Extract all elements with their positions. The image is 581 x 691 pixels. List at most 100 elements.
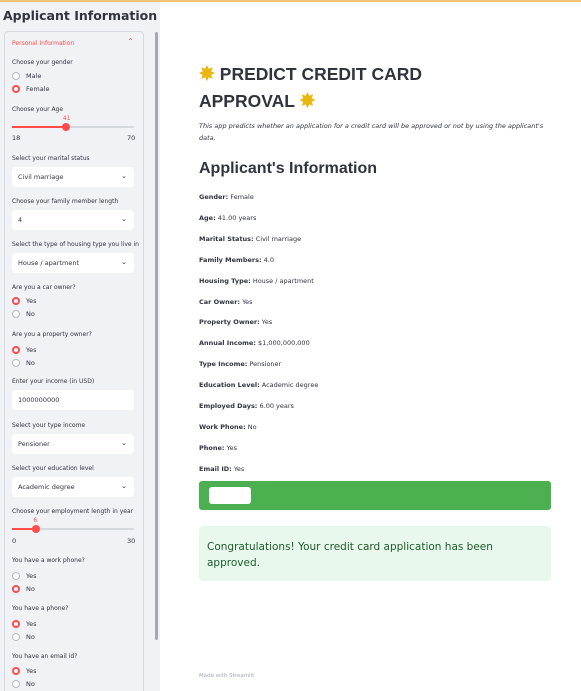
- page-title: ✸ PREDICT CREDIT CARD APPROVAL ✸: [199, 64, 423, 112]
- radio-button-selected[interactable]: [12, 620, 20, 628]
- car-option-yes[interactable]: Yes: [12, 296, 37, 306]
- phone-label: You have a phone?: [12, 605, 69, 612]
- chevron-down-icon: ⌄: [121, 258, 127, 266]
- info-key: Type Income:: [199, 360, 248, 369]
- slider-thumb[interactable]: [61, 123, 70, 131]
- slider-value: 6: [33, 517, 38, 524]
- income-input[interactable]: 1000000000: [12, 390, 134, 410]
- email-option-no[interactable]: No: [12, 679, 35, 689]
- info-key: Gender:: [199, 193, 229, 201]
- work-phone-label: You have a work phone?: [12, 557, 85, 564]
- family-select[interactable]: 4 ⌄: [12, 210, 134, 230]
- chevron-up-icon[interactable]: ⌃: [127, 37, 134, 46]
- car-option-no[interactable]: No: [12, 309, 35, 319]
- info-value: Civil marriage: [255, 234, 302, 243]
- work-phone-option-yes[interactable]: Yes: [12, 571, 37, 581]
- info-row: Age: 41.00 years: [199, 214, 256, 222]
- info-row: Housing Type: House / apartment: [199, 277, 314, 285]
- chevron-down-icon: ⌄: [121, 215, 127, 223]
- info-key: Marital Status:: [199, 234, 254, 243]
- expander-header[interactable]: Personal Information: [12, 40, 74, 47]
- radio-button-selected[interactable]: [12, 585, 20, 593]
- app-description: This app predicts whether an application…: [199, 122, 544, 142]
- info-row: Employed Days: 6.00 years: [199, 402, 294, 410]
- income-label: Enter your income (in USD): [12, 378, 95, 385]
- age-max: 70: [127, 134, 136, 142]
- education-label: Select your education level: [12, 465, 94, 472]
- income-type-label: Select your type income: [12, 422, 86, 429]
- phone-option-yes[interactable]: Yes: [12, 619, 37, 629]
- radio-button[interactable]: [12, 680, 20, 688]
- radio-button[interactable]: [12, 72, 20, 80]
- info-key: Housing Type:: [199, 276, 251, 285]
- chevron-down-icon: ⌄: [121, 439, 127, 447]
- info-value: 6.00 years: [259, 402, 294, 410]
- info-key: Phone:: [199, 443, 225, 452]
- education-select[interactable]: Academic degree ⌄: [12, 477, 134, 497]
- radio-button-selected[interactable]: [12, 297, 20, 305]
- star-icon: ✸: [199, 64, 215, 85]
- slider-value: 41: [62, 115, 71, 122]
- info-value: Academic degree: [261, 381, 319, 390]
- radio-button-selected[interactable]: [12, 85, 20, 93]
- star-icon: ✸: [299, 91, 316, 112]
- chevron-down-icon: ⌄: [121, 172, 127, 180]
- info-row: Phone: Yes: [199, 444, 237, 452]
- info-value: No: [247, 422, 257, 431]
- age-min: 18: [12, 134, 21, 142]
- marital-select[interactable]: Civil marriage ⌄: [12, 167, 134, 187]
- prediction-result-bar: [199, 481, 551, 510]
- sidebar-title: Applicant Information: [3, 8, 158, 23]
- info-key: Car Owner:: [199, 297, 240, 306]
- employment-slider[interactable]: 6: [12, 517, 134, 533]
- marital-label: Select your marital status: [12, 155, 90, 162]
- info-value: Yes: [261, 318, 273, 327]
- phone-option-no[interactable]: No: [12, 632, 35, 642]
- info-key: Email ID:: [199, 464, 232, 473]
- footer[interactable]: Made with Streamlit: [199, 673, 254, 679]
- property-option-no[interactable]: No: [12, 358, 35, 368]
- chevron-down-icon: ⌄: [121, 482, 127, 490]
- family-label: Choose your family member length: [12, 198, 119, 205]
- info-value: $1,000,000,000: [258, 339, 310, 348]
- employment-label: Choose your employment length in year: [12, 508, 134, 515]
- info-value: House / apartment: [252, 276, 314, 285]
- main-content: ✸ PREDICT CREDIT CARD APPROVAL ✸ This ap…: [160, 2, 581, 691]
- gender-option-female[interactable]: Female: [12, 84, 50, 94]
- work-phone-option-no[interactable]: No: [12, 584, 35, 594]
- info-key: Education Level:: [199, 381, 260, 390]
- info-value: Pensioner: [249, 360, 282, 369]
- age-slider[interactable]: 41: [12, 115, 134, 131]
- radio-button-selected[interactable]: [12, 667, 20, 675]
- info-row: Education Level: Academic degree: [199, 381, 318, 389]
- slider-fill: [12, 126, 66, 128]
- result-button[interactable]: [209, 487, 251, 504]
- email-label: You have an email id?: [12, 653, 78, 660]
- info-row: Gender: Female: [199, 193, 254, 201]
- radio-button[interactable]: [12, 310, 20, 318]
- radio-button[interactable]: [12, 359, 20, 367]
- radio-button[interactable]: [12, 572, 20, 580]
- sidebar-scrollbar[interactable]: [155, 32, 158, 640]
- info-key: Property Owner:: [199, 318, 260, 327]
- info-value: Yes: [242, 297, 253, 306]
- info-value: Yes: [233, 464, 245, 473]
- success-message: Congratulations! Your credit card applic…: [199, 526, 551, 581]
- employment-max: 30: [127, 537, 136, 545]
- info-key: Age:: [199, 213, 216, 222]
- property-option-yes[interactable]: Yes: [12, 345, 37, 355]
- housing-select[interactable]: House / apartment ⌄: [12, 253, 134, 273]
- income-type-select[interactable]: Pensioner ⌄: [12, 434, 134, 454]
- info-row: Email ID: Yes: [199, 465, 244, 473]
- gender-option-male[interactable]: Male: [12, 71, 41, 81]
- age-label: Choose your Age: [12, 106, 64, 113]
- info-row: Work Phone: No: [199, 423, 257, 431]
- radio-button-selected[interactable]: [12, 346, 20, 354]
- radio-button[interactable]: [12, 633, 20, 641]
- info-key: Work Phone:: [199, 422, 246, 431]
- car-label: Are you a car owner?: [12, 284, 76, 291]
- info-value: Female: [230, 193, 254, 201]
- info-key: Family Members:: [199, 255, 262, 264]
- info-row: Car Owner: Yes: [199, 298, 253, 306]
- email-option-yes[interactable]: Yes: [12, 666, 37, 676]
